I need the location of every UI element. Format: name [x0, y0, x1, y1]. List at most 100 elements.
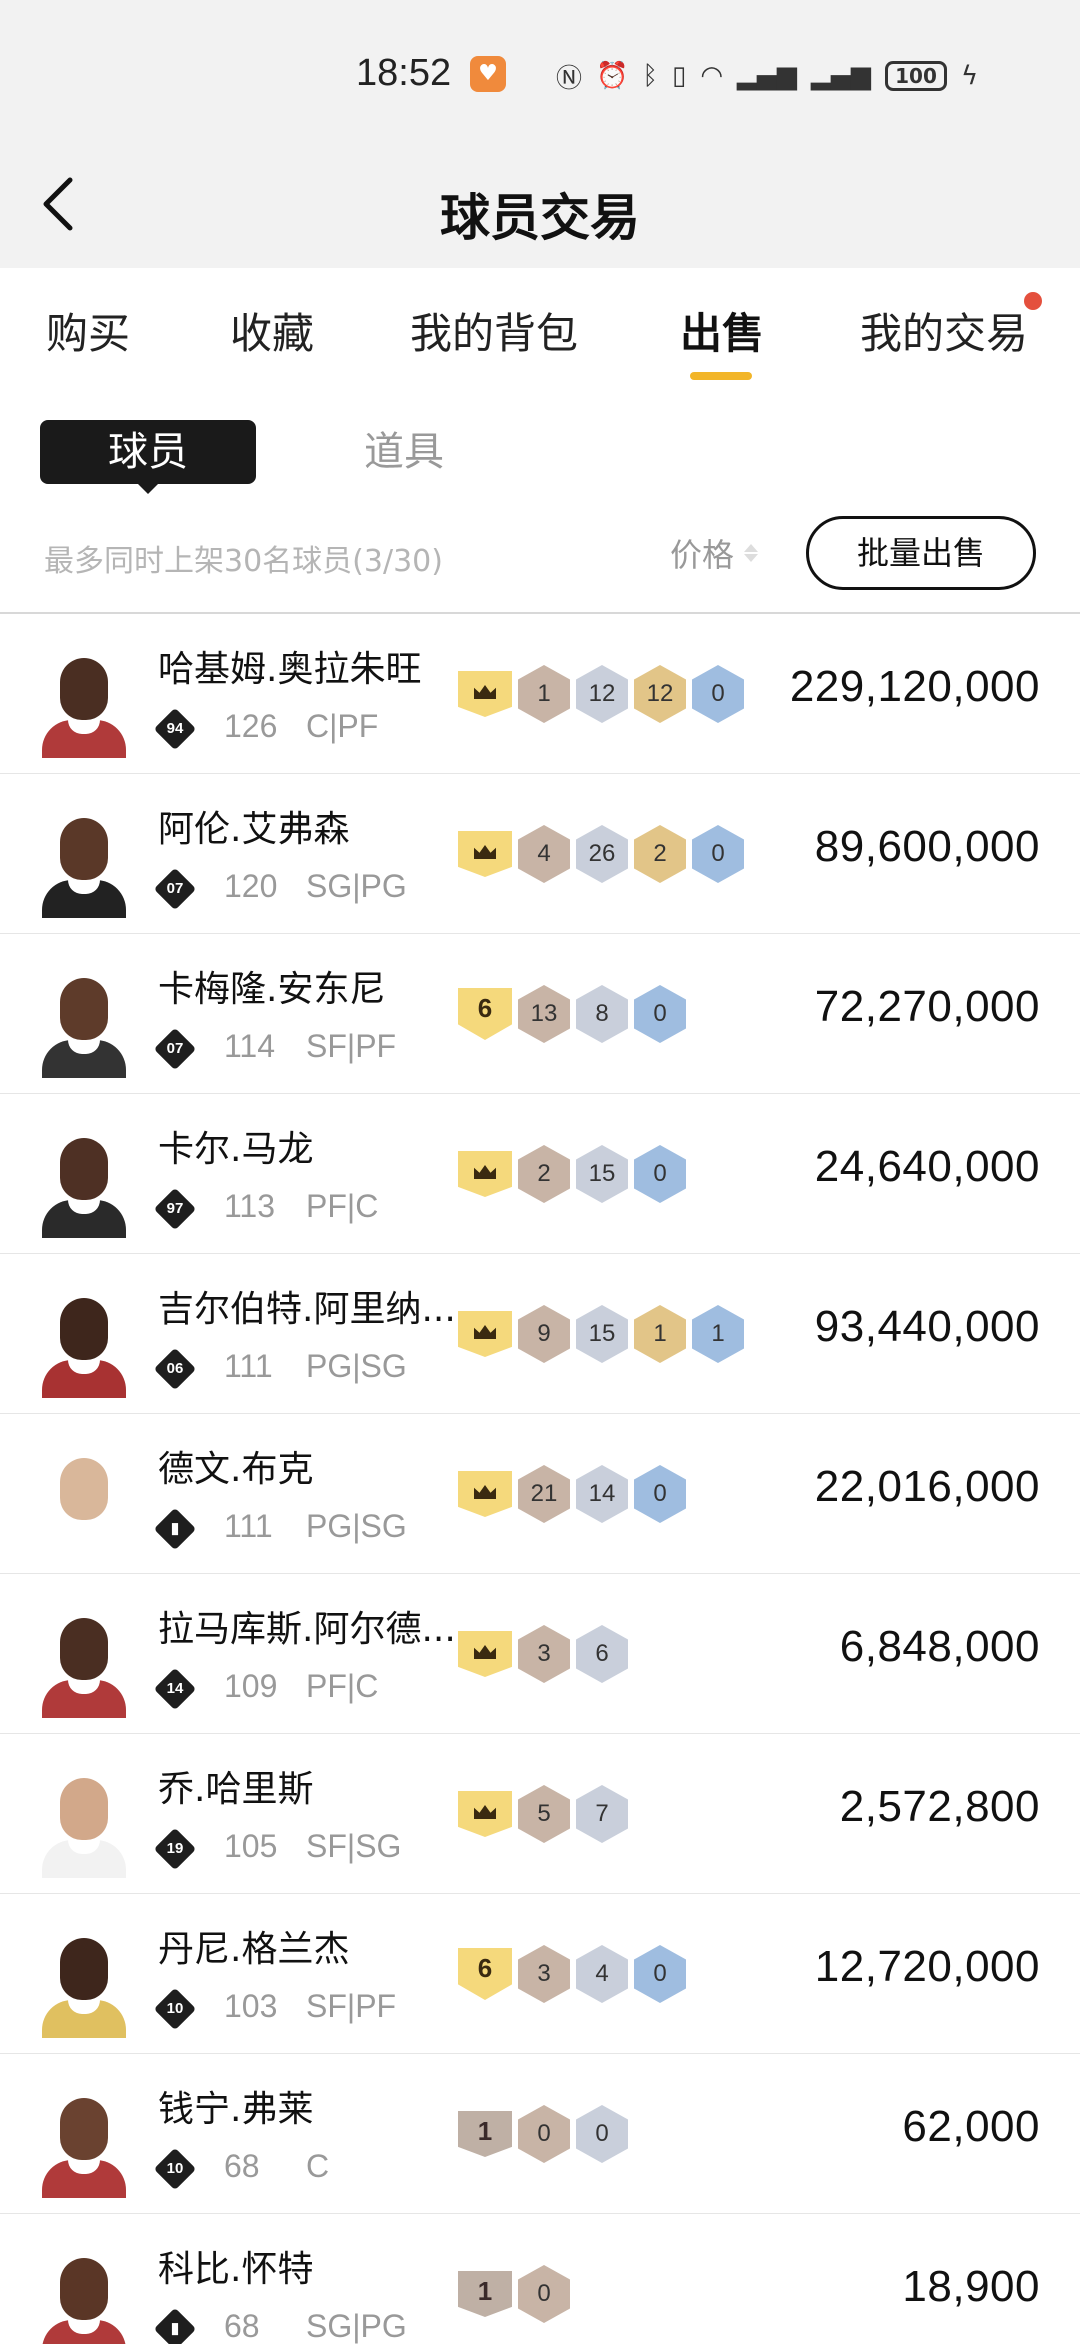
player-name: 卡梅隆.安东尼 — [158, 969, 386, 1010]
player-name: 科比.怀特 — [158, 2249, 314, 2290]
avatar-head — [60, 2258, 108, 2320]
player-position: C — [306, 2148, 330, 2184]
crown-icon — [474, 1325, 496, 1339]
crown-badge-icon — [458, 1791, 512, 1837]
player-price: 89,600,000 — [814, 822, 1040, 871]
player-avatar — [38, 2254, 130, 2344]
player-name: 卡尔.马龙 — [158, 1129, 314, 1170]
listing-limit-text: 最多同时上架30名球员(3/30) — [44, 544, 443, 579]
header: 球员交易 — [0, 160, 1080, 260]
player-row[interactable]: 德文.布克 ▮ 111 PG|SG 21 14 0 22,016,000 — [0, 1414, 1080, 1574]
crown-icon — [474, 1165, 496, 1179]
bronze-hex-badge: 4 — [518, 825, 570, 883]
player-name: 钱宁.弗莱 — [158, 2089, 314, 2130]
silver-hex-badge: 6 — [576, 1625, 628, 1683]
player-price: 24,640,000 — [814, 1142, 1040, 1191]
player-avatar — [38, 814, 130, 918]
player-avatar — [38, 1934, 130, 2038]
player-row[interactable]: 卡尔.马龙 97 113 PF|C 2 15 0 24,640,000 — [0, 1094, 1080, 1254]
avatar-head — [60, 978, 108, 1040]
player-row[interactable]: 卡梅隆.安东尼 07 114 SF|PF 6 13 8 0 72,270,000 — [0, 934, 1080, 1094]
player-row[interactable]: 丹尼.格兰杰 10 103 SF|PF 6 3 4 0 12,720,000 — [0, 1894, 1080, 2054]
player-badges: 6 13 8 0 — [458, 984, 686, 1044]
tier-label: 14 — [166, 1680, 184, 1697]
player-badges: 6340 — [458, 1944, 686, 2004]
tab-buy[interactable]: 购买 — [46, 300, 130, 361]
crown-badge-icon — [458, 1471, 512, 1517]
silver-hex-badge: 14 — [576, 1465, 628, 1523]
player-badges: 10 — [458, 2264, 570, 2324]
bronze-hex-badge: 0 — [518, 2265, 570, 2323]
player-overall: 126 — [224, 708, 278, 744]
crown-badge-icon — [458, 831, 512, 877]
bulk-sell-button[interactable]: 批量出售 — [806, 516, 1036, 590]
player-position: C|PF — [306, 708, 379, 744]
silver-hex-badge: 8 — [576, 985, 628, 1043]
tier-label: 10 — [166, 2160, 184, 2177]
rank-badge: 1 — [458, 2271, 512, 2317]
player-position: SF|SG — [306, 1828, 402, 1864]
silver-hex-badge: 4 — [576, 1945, 628, 2003]
player-row[interactable]: 哈基姆.奥拉朱旺 94 126 C|PF 1 12 12 0 229,120,000 — [0, 614, 1080, 774]
avatar-head — [60, 2098, 108, 2160]
tier-icon: 10 — [153, 2147, 197, 2191]
status-icons: Ⓝ ⏰ ᛒ ▯ ◠ ▂▄▆ ▂▄▆ 100 ϟ — [556, 56, 978, 96]
player-price: 12,720,000 — [814, 1942, 1040, 1991]
player-list: 哈基姆.奥拉朱旺 94 126 C|PF 1 12 12 0 229,120,000 阿伦.艾弗森… — [0, 614, 1080, 2344]
gold-hex-badge: 2 — [634, 825, 686, 883]
tier-label: 94 — [166, 720, 184, 737]
player-avatar — [38, 654, 130, 758]
player-badges: 9 15 1 1 — [458, 1304, 744, 1364]
player-badges: 21 14 0 — [458, 1464, 686, 1524]
player-overall: 120 — [224, 868, 278, 904]
sort-icon — [744, 544, 759, 562]
subtab-items[interactable]: 道具 — [364, 420, 444, 484]
crown-badge-icon — [458, 671, 512, 717]
tier-icon: ▮ — [153, 1507, 197, 1551]
player-overall: 105 — [224, 1828, 278, 1864]
charging-icon: ϟ — [961, 61, 979, 91]
price-sort-button[interactable]: 价格 — [670, 530, 759, 576]
bronze-hex-badge: 2 — [518, 1145, 570, 1203]
subtab-players[interactable]: 球员 — [40, 420, 256, 484]
bronze-hex-badge: 1 — [518, 665, 570, 723]
tier-icon: 14 — [153, 1667, 197, 1711]
player-row[interactable]: 阿伦.艾弗森 07 120 SG|PG 4 26 2 0 89,600,000 — [0, 774, 1080, 934]
tab-favorites[interactable]: 收藏 — [230, 300, 314, 361]
player-row[interactable]: 科比.怀特 ▮ 68 SG|PG 1 0 18,900 — [0, 2214, 1080, 2344]
crown-badge-icon — [458, 1151, 512, 1197]
tab-sell[interactable]: 出售 — [680, 300, 764, 361]
player-name: 吉尔伯特.阿里纳... — [158, 1289, 456, 1330]
silver-hex-badge: 15 — [576, 1305, 628, 1363]
blue-hex-badge: 0 — [634, 985, 686, 1043]
tier-label: 10 — [166, 2000, 184, 2017]
blue-hex-badge: 0 — [692, 665, 744, 723]
tab-my-bag[interactable]: 我的背包 — [410, 300, 578, 361]
price-sort-label: 价格 — [670, 536, 735, 574]
battery-icon: 100 — [885, 61, 947, 91]
tab-my-trades[interactable]: 我的交易 — [860, 300, 1028, 361]
player-row[interactable]: 拉马库斯.阿尔德... 14 109 PF|C 3 6 6,848,000 — [0, 1574, 1080, 1734]
player-avatar — [38, 1454, 130, 1558]
player-row[interactable]: 乔.哈里斯 19 105 SF|SG 5 7 2,572,800 — [0, 1734, 1080, 1894]
tier-label: 19 — [166, 1840, 184, 1857]
player-name: 阿伦.艾弗森 — [158, 809, 350, 850]
rank-badge: 1 — [458, 2111, 512, 2157]
player-row[interactable]: 吉尔伯特.阿里纳... 06 111 PG|SG 9 15 1 1 93,440,000 — [0, 1254, 1080, 1414]
tier-label: 97 — [166, 1200, 184, 1217]
wifi-icon: ◠ — [700, 61, 723, 91]
bronze-hex-badge: 9 — [518, 1305, 570, 1363]
player-row[interactable]: 钱宁.弗莱 10 68 C 1 0 0 62,000 — [0, 2054, 1080, 2214]
bronze-hex-badge: 3 — [518, 1945, 570, 2003]
blue-hex-badge: 0 — [634, 1945, 686, 2003]
silver-hex-badge: 12 — [576, 665, 628, 723]
player-price: 229,120,000 — [789, 662, 1040, 711]
player-price: 62,000 — [902, 2102, 1040, 2151]
tier-icon: 19 — [153, 1827, 197, 1871]
player-avatar — [38, 1294, 130, 1398]
signal-5g-icon: ▂▄▆ — [811, 61, 871, 91]
player-name: 丹尼.格兰杰 — [158, 1929, 350, 1970]
player-position: SG|PG — [306, 2308, 407, 2344]
player-position: SF|PF — [306, 1028, 397, 1064]
main-tabs: 购买 收藏 我的背包 出售 我的交易 — [0, 268, 1080, 388]
